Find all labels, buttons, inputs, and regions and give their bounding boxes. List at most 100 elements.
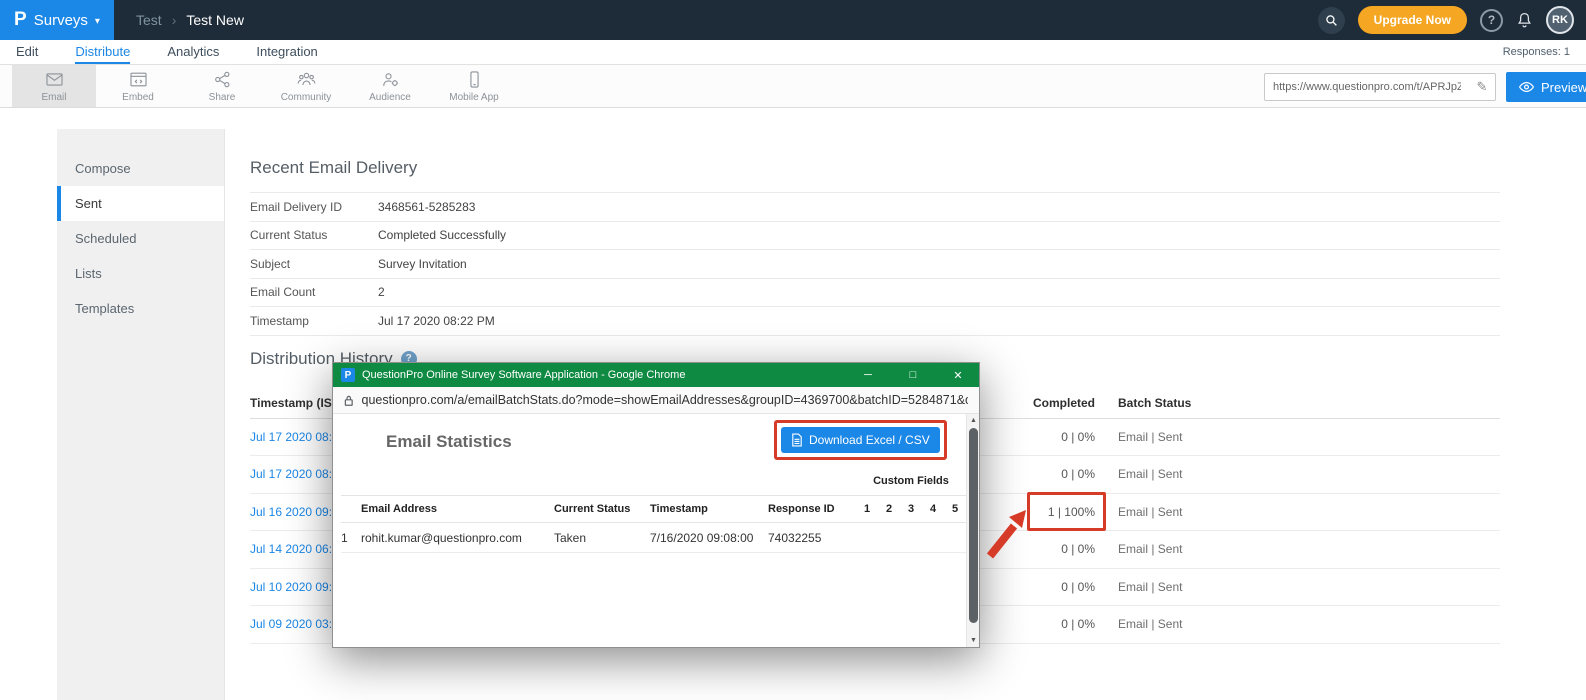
window-minimize-button[interactable]: ─ [849, 363, 887, 387]
channel-label: Community [281, 92, 332, 103]
popup-address-bar[interactable]: questionpro.com/a/emailBatchStats.do?mod… [333, 387, 979, 414]
detail-label: Timestamp [250, 314, 378, 328]
top-header: P Surveys ▾ Test › Test New Upgrade Now … [0, 0, 1586, 40]
row-response-id: 74032255 [768, 531, 856, 545]
help-button[interactable]: ? [1480, 9, 1503, 32]
download-button-label: Download Excel / CSV [809, 433, 930, 447]
sidebar-item-scheduled[interactable]: Scheduled [57, 221, 224, 256]
channel-embed[interactable]: Embed [96, 65, 180, 107]
table-row: Email Count 2 [250, 279, 1500, 308]
col-custom-1: 1 [856, 503, 878, 515]
col-response-id: Response ID [768, 503, 856, 515]
scrollbar-thumb[interactable] [969, 428, 978, 623]
history-batch-status: Email | Sent [1110, 580, 1500, 594]
search-button[interactable] [1318, 7, 1345, 34]
email-statistics-table: Email Address Current Status Timestamp R… [341, 495, 968, 553]
community-icon [297, 70, 316, 89]
user-avatar[interactable]: RK [1546, 6, 1574, 34]
sidebar-item-compose[interactable]: Compose [57, 151, 224, 186]
tab-distribute[interactable]: Distribute [75, 40, 130, 64]
recent-delivery-title: Recent Email Delivery [250, 158, 1586, 178]
email-statistics-window: P QuestionPro Online Survey Software App… [332, 362, 980, 648]
scroll-up-icon[interactable]: ▲ [967, 414, 980, 427]
questionpro-favicon: P [341, 368, 355, 382]
questionpro-logo: P [14, 9, 27, 31]
detail-value: 3468561-5285283 [378, 200, 475, 214]
channel-label: Email [41, 92, 66, 103]
col-custom-4: 4 [922, 503, 944, 515]
tab-analytics[interactable]: Analytics [167, 40, 219, 64]
table-row: Current Status Completed Successfully [250, 222, 1500, 251]
channel-label: Embed [122, 92, 154, 103]
popup-body: Email Statistics Download Excel / CSV Cu… [333, 414, 979, 647]
breadcrumb-folder[interactable]: Test [136, 12, 162, 28]
tab-edit[interactable]: Edit [16, 40, 38, 64]
tab-integration[interactable]: Integration [256, 40, 317, 64]
upgrade-now-button[interactable]: Upgrade Now [1358, 6, 1467, 34]
channel-community[interactable]: Community [264, 65, 348, 107]
download-excel-csv-button[interactable]: Download Excel / CSV [781, 427, 940, 453]
detail-label: Current Status [250, 228, 378, 242]
col-current-status: Current Status [554, 503, 650, 515]
channel-mobile-app[interactable]: Mobile App [432, 65, 516, 107]
mobile-app-icon [465, 70, 484, 89]
popup-url-text: questionpro.com/a/emailBatchStats.do?mod… [362, 393, 968, 407]
distribution-toolbar: Email Embed Share Community Audience Mob… [0, 65, 1586, 108]
detail-value: Completed Successfully [378, 228, 506, 242]
sidebar-item-templates[interactable]: Templates [57, 291, 224, 326]
history-completed: 0 | 0% [960, 617, 1110, 631]
table-row: Email Delivery ID 3468561-5285283 [250, 193, 1500, 222]
responses-count[interactable]: Responses: 1 [1503, 40, 1570, 64]
col-email-address: Email Address [361, 503, 554, 515]
preview-button[interactable]: Preview [1506, 72, 1586, 102]
audience-icon [381, 70, 400, 89]
window-maximize-button[interactable]: □ [894, 363, 932, 387]
surveys-menu[interactable]: P Surveys ▾ [0, 0, 114, 40]
col-completed: Completed [960, 396, 1110, 410]
col-custom-2: 2 [878, 503, 900, 515]
detail-value: Jul 17 2020 08:22 PM [378, 314, 495, 328]
scroll-down-icon[interactable]: ▼ [967, 634, 980, 647]
breadcrumb-separator-icon: › [172, 12, 177, 28]
table-row: 1 rohit.kumar@questionpro.com Taken 7/16… [341, 523, 968, 553]
popup-scrollbar[interactable]: ▲ ▼ [966, 414, 979, 647]
col-custom-5: 5 [944, 503, 966, 515]
table-row: Subject Survey Invitation [250, 250, 1500, 279]
sidebar-item-lists[interactable]: Lists [57, 256, 224, 291]
annotation-box-download: Download Excel / CSV [774, 420, 947, 460]
window-close-button[interactable]: ✕ [939, 363, 977, 387]
channel-email[interactable]: Email [12, 65, 96, 107]
breadcrumb-survey-name: Test New [186, 12, 244, 28]
survey-url-input[interactable] [1265, 81, 1469, 93]
row-status: Taken [554, 531, 650, 545]
sidebar-item-sent[interactable]: Sent [57, 186, 224, 221]
detail-value: Survey Invitation [378, 257, 467, 271]
col-custom-3: 3 [900, 503, 922, 515]
popup-titlebar[interactable]: P QuestionPro Online Survey Software App… [333, 363, 979, 387]
embed-icon [129, 70, 148, 89]
notifications-button[interactable] [1516, 11, 1533, 29]
detail-label: Email Count [250, 285, 378, 299]
history-batch-status: Email | Sent [1110, 617, 1500, 631]
popup-window-title: QuestionPro Online Survey Software Appli… [362, 369, 842, 381]
row-email: rohit.kumar@questionpro.com [361, 531, 554, 545]
history-batch-status: Email | Sent [1110, 430, 1500, 444]
detail-value: 2 [378, 285, 385, 299]
channel-label: Share [209, 92, 236, 103]
channel-audience[interactable]: Audience [348, 65, 432, 107]
edit-url-icon[interactable]: ✎ [1469, 79, 1495, 95]
row-timestamp: 7/16/2020 09:08:00 [650, 531, 768, 545]
header-actions: Upgrade Now ? RK [1318, 6, 1586, 34]
history-batch-status: Email | Sent [1110, 505, 1500, 519]
row-index: 1 [341, 531, 361, 545]
survey-url-box: ✎ [1264, 73, 1496, 101]
surveys-menu-label: Surveys [34, 12, 88, 29]
recent-delivery-table: Email Delivery ID 3468561-5285283 Curren… [250, 192, 1500, 336]
share-icon [213, 70, 232, 89]
table-row: Timestamp Jul 17 2020 08:22 PM [250, 307, 1500, 336]
questionpro-app: P Surveys ▾ Test › Test New Upgrade Now … [0, 0, 1586, 700]
detail-label: Subject [250, 257, 378, 271]
channel-share[interactable]: Share [180, 65, 264, 107]
history-batch-status: Email | Sent [1110, 542, 1500, 556]
search-icon [1325, 14, 1338, 27]
